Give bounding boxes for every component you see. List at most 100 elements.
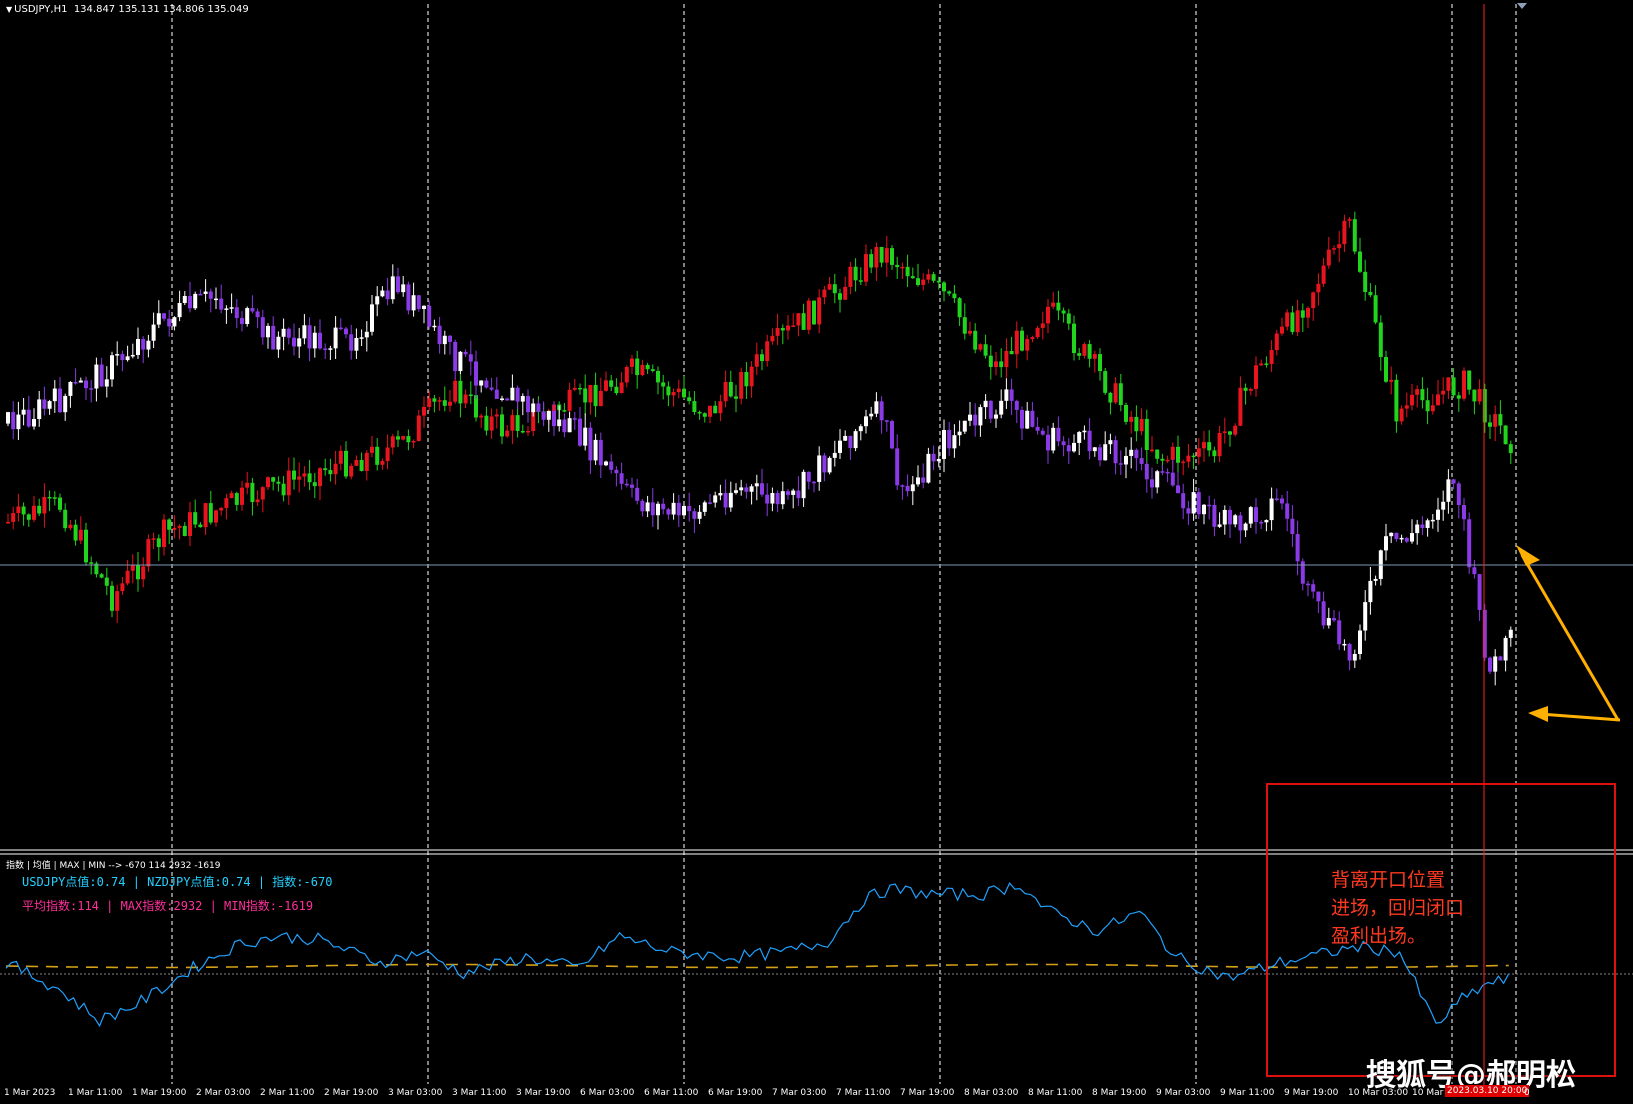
annotation-line-1: 背离开口位置 (1331, 869, 1446, 891)
candle-body (567, 418, 572, 433)
indicator-point-values: USDJPY点值:0.74 | NZDJPY点值:0.74 | 指数:-670 (22, 875, 333, 889)
candle-body (1269, 350, 1274, 365)
candle-body (411, 295, 416, 311)
candle-body (500, 414, 504, 437)
candle-body (89, 388, 94, 390)
candle-body (656, 503, 660, 516)
candle-body (697, 412, 702, 414)
candle-body (853, 266, 858, 281)
time-axis: 1 Mar 2023 1 Mar 11:00 1 Mar 19:00 2 Mar 03… (0, 1084, 1633, 1104)
candle-body (1181, 461, 1186, 464)
time-tick-label: 2 Mar 03:00 (196, 1088, 251, 1098)
candle-body (1259, 363, 1264, 366)
candle-body (162, 313, 166, 319)
candle-body (661, 382, 666, 387)
candle-body (822, 289, 827, 298)
candle-body (156, 538, 161, 548)
time-tick-label: 10 Mar (1412, 1088, 1444, 1098)
candle-body (229, 493, 234, 499)
candle-body (1025, 410, 1030, 429)
candle-body (666, 386, 671, 396)
candle-body (734, 490, 738, 493)
annotation-text: 背离开口位置 进场，回归闭口 盈利出场。 (1331, 866, 1501, 950)
candle-body (936, 280, 941, 283)
candle-body (848, 266, 853, 287)
candle-body (1446, 377, 1451, 391)
candle-body (1477, 389, 1482, 402)
candle-body (858, 426, 863, 432)
time-tick-label: 10 Mar 03:00 (1348, 1088, 1409, 1098)
candle-body (349, 465, 354, 477)
candle-body (1004, 351, 1009, 368)
candle-body (645, 502, 650, 512)
candle-body (957, 298, 962, 318)
candle-body (786, 491, 790, 495)
candle-body (838, 440, 842, 453)
candle-body (302, 325, 307, 339)
candle-body (489, 387, 494, 390)
candle-body (115, 591, 120, 611)
collapse-triangle-icon[interactable]: ▼ (6, 5, 12, 14)
candle-body (1378, 322, 1383, 357)
candle-body (297, 476, 302, 480)
candle-body (1150, 449, 1154, 452)
time-tick-label: 3 Mar 11:00 (452, 1088, 507, 1098)
candle-body (817, 297, 822, 325)
candle-body (910, 484, 915, 492)
time-tick-label: 6 Mar 11:00 (644, 1088, 699, 1098)
candle-body (1233, 515, 1238, 525)
candle-body (858, 280, 863, 282)
candle-body (578, 418, 582, 446)
candle-body (104, 577, 109, 586)
indicator-header: 指数 | 均值 | MAX | MIN --> -670 114 2932 -1… (6, 861, 221, 871)
candle-body (661, 503, 666, 510)
candle-body (307, 325, 312, 349)
candle-body (1394, 532, 1399, 540)
candle-body (99, 574, 104, 578)
candle-body (1467, 519, 1472, 568)
candle-body (47, 496, 52, 499)
candle-body (182, 295, 187, 303)
candle-body (141, 566, 146, 580)
time-tick-label: 8 Mar 19:00 (1092, 1088, 1147, 1098)
candle-body (58, 388, 62, 413)
candle-body (73, 524, 78, 541)
candle-body (1347, 219, 1352, 221)
candle-body (838, 293, 842, 300)
candle-body (1035, 426, 1040, 431)
candle-body (266, 325, 270, 338)
candle-body (1394, 379, 1399, 422)
candle-body (437, 325, 442, 345)
candle-body (245, 308, 250, 324)
candle-body (1082, 344, 1087, 356)
candle-body (1030, 337, 1035, 340)
time-tick-label: 2 Mar 11:00 (260, 1088, 315, 1098)
candle-body (884, 420, 889, 422)
candle-body (666, 509, 671, 515)
candle-body (286, 328, 291, 338)
candle-body (1404, 405, 1409, 409)
candle-body (1009, 351, 1014, 355)
candle-body (754, 354, 759, 367)
candle-body (1155, 449, 1160, 459)
candle-body (1352, 654, 1357, 661)
candle-body (1176, 485, 1180, 494)
candle-body (656, 370, 660, 383)
candle-body (1077, 432, 1082, 443)
candle-body (84, 380, 88, 389)
candle-body (52, 388, 57, 402)
candle-body (739, 487, 744, 491)
candle-body (1254, 365, 1258, 389)
candle-body (1358, 630, 1362, 655)
time-tick-label: 1 Mar 11:00 (68, 1088, 123, 1098)
candle-body (1222, 509, 1227, 525)
candle-body (1144, 463, 1149, 480)
candle-body (401, 284, 406, 293)
candle-body (84, 529, 88, 563)
candle-body (370, 304, 374, 332)
candle-body (728, 492, 733, 508)
candle-body (406, 284, 411, 311)
candle-body (786, 325, 790, 331)
candle-body (843, 435, 848, 441)
candle-body (619, 473, 624, 484)
